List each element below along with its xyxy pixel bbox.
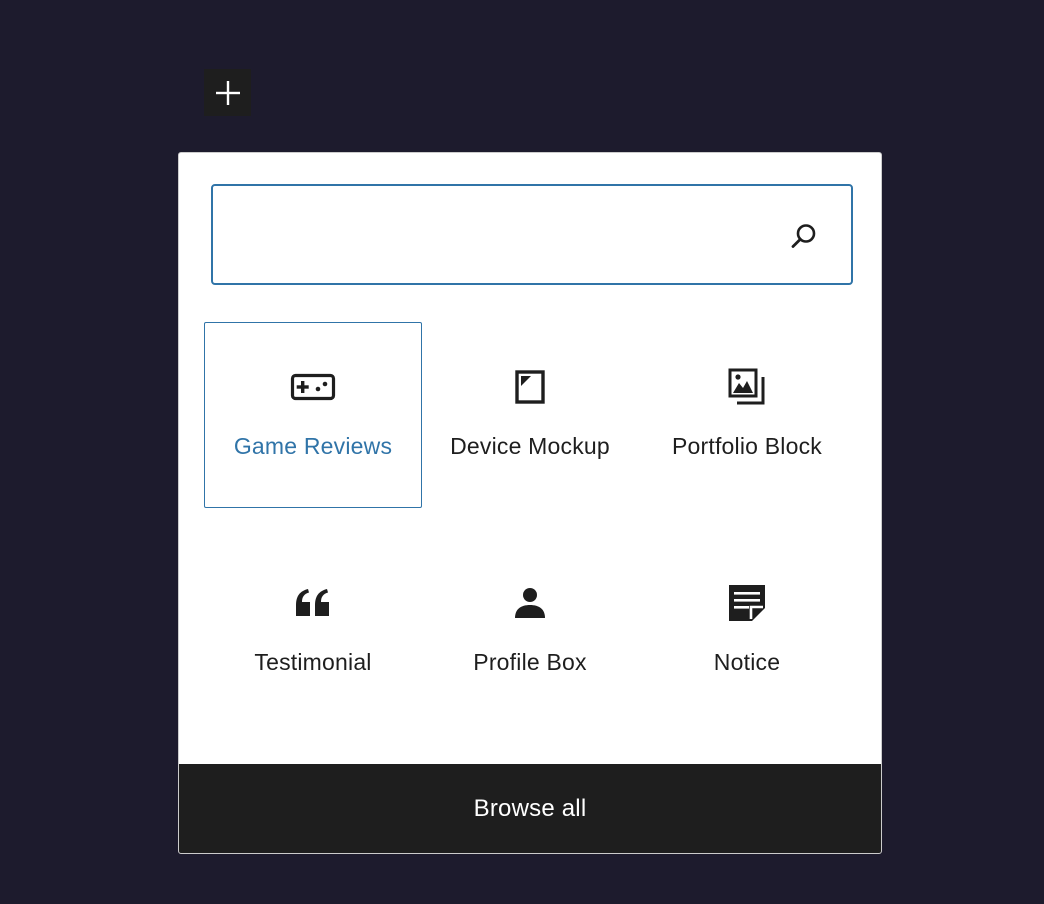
block-inserter-panel: Game Reviews Device Mockup Portfolio Blo…	[178, 152, 882, 854]
block-label: Device Mockup	[450, 433, 610, 459]
block-label: Portfolio Block	[671, 433, 822, 459]
block-label: Testimonial	[254, 649, 372, 675]
block-item-testimonial[interactable]: Testimonial	[204, 538, 422, 724]
block-label: Notice	[713, 649, 781, 675]
browse-all-button[interactable]: Browse all	[179, 764, 881, 853]
block-label: Game Reviews	[233, 433, 393, 459]
plus-icon	[215, 80, 240, 105]
gallery-icon	[728, 368, 765, 405]
quote-icon	[296, 589, 329, 616]
search-icon[interactable]	[790, 222, 818, 250]
block-item-game-reviews[interactable]: Game Reviews	[204, 322, 422, 508]
block-item-device-mockup[interactable]: Device Mockup	[421, 322, 639, 508]
note-icon	[729, 585, 765, 621]
search-box	[211, 184, 853, 285]
gamepad-icon	[290, 373, 336, 401]
person-icon	[515, 588, 545, 618]
block-label: Profile Box	[473, 649, 587, 675]
block-item-profile-box[interactable]: Profile Box	[421, 538, 639, 724]
add-block-button[interactable]	[204, 69, 251, 116]
block-item-notice[interactable]: Notice	[638, 538, 856, 724]
search-input[interactable]	[227, 186, 771, 285]
block-item-portfolio-block[interactable]: Portfolio Block	[638, 322, 856, 508]
device-icon	[515, 370, 545, 404]
